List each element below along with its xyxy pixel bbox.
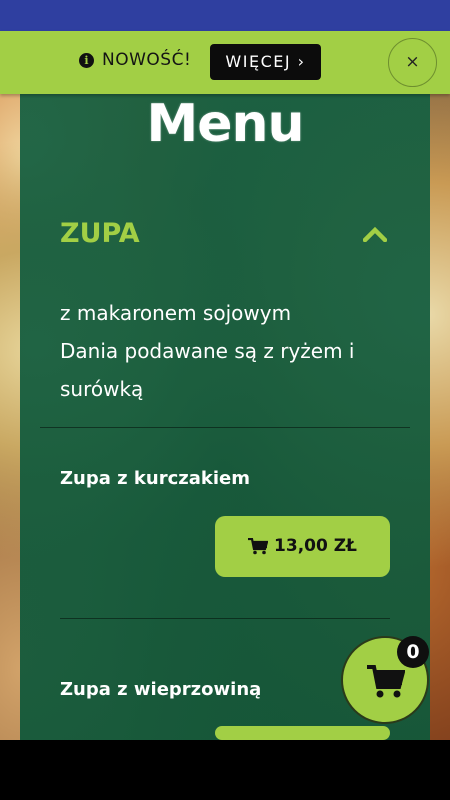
close-banner-button[interactable]: × [388,38,437,87]
add-to-cart-button[interactable] [215,726,390,740]
chevron-up-icon[interactable] [363,226,387,242]
navigation-bar [0,740,450,800]
cart-icon [367,665,405,698]
item-name: Zupa z wieprzowiną [60,679,262,700]
status-bar [0,0,450,31]
description-line: z makaronem sojowym [60,301,292,325]
cart-count-badge: 0 [397,636,429,668]
info-icon: i [79,53,94,68]
description-line: Dania podawane są z ryżem i [60,339,355,363]
section-description: z makaronem sojowym Dania podawane są z … [60,294,400,408]
close-icon: × [405,52,420,72]
banner-text: NOWOŚĆ! [102,50,192,70]
divider [60,618,390,619]
item-name: Zupa z kurczakiem [60,468,250,489]
section-title[interactable]: ZUPA [60,216,140,252]
cart-icon [248,537,269,554]
divider [40,427,410,428]
page-title: Menu [146,94,304,154]
price-label: 13,00 ZŁ [274,536,357,556]
add-to-cart-button[interactable]: 13,00 ZŁ [215,516,390,577]
more-button[interactable]: WIĘCEJ › [210,44,321,80]
description-line: surówką [60,377,144,401]
